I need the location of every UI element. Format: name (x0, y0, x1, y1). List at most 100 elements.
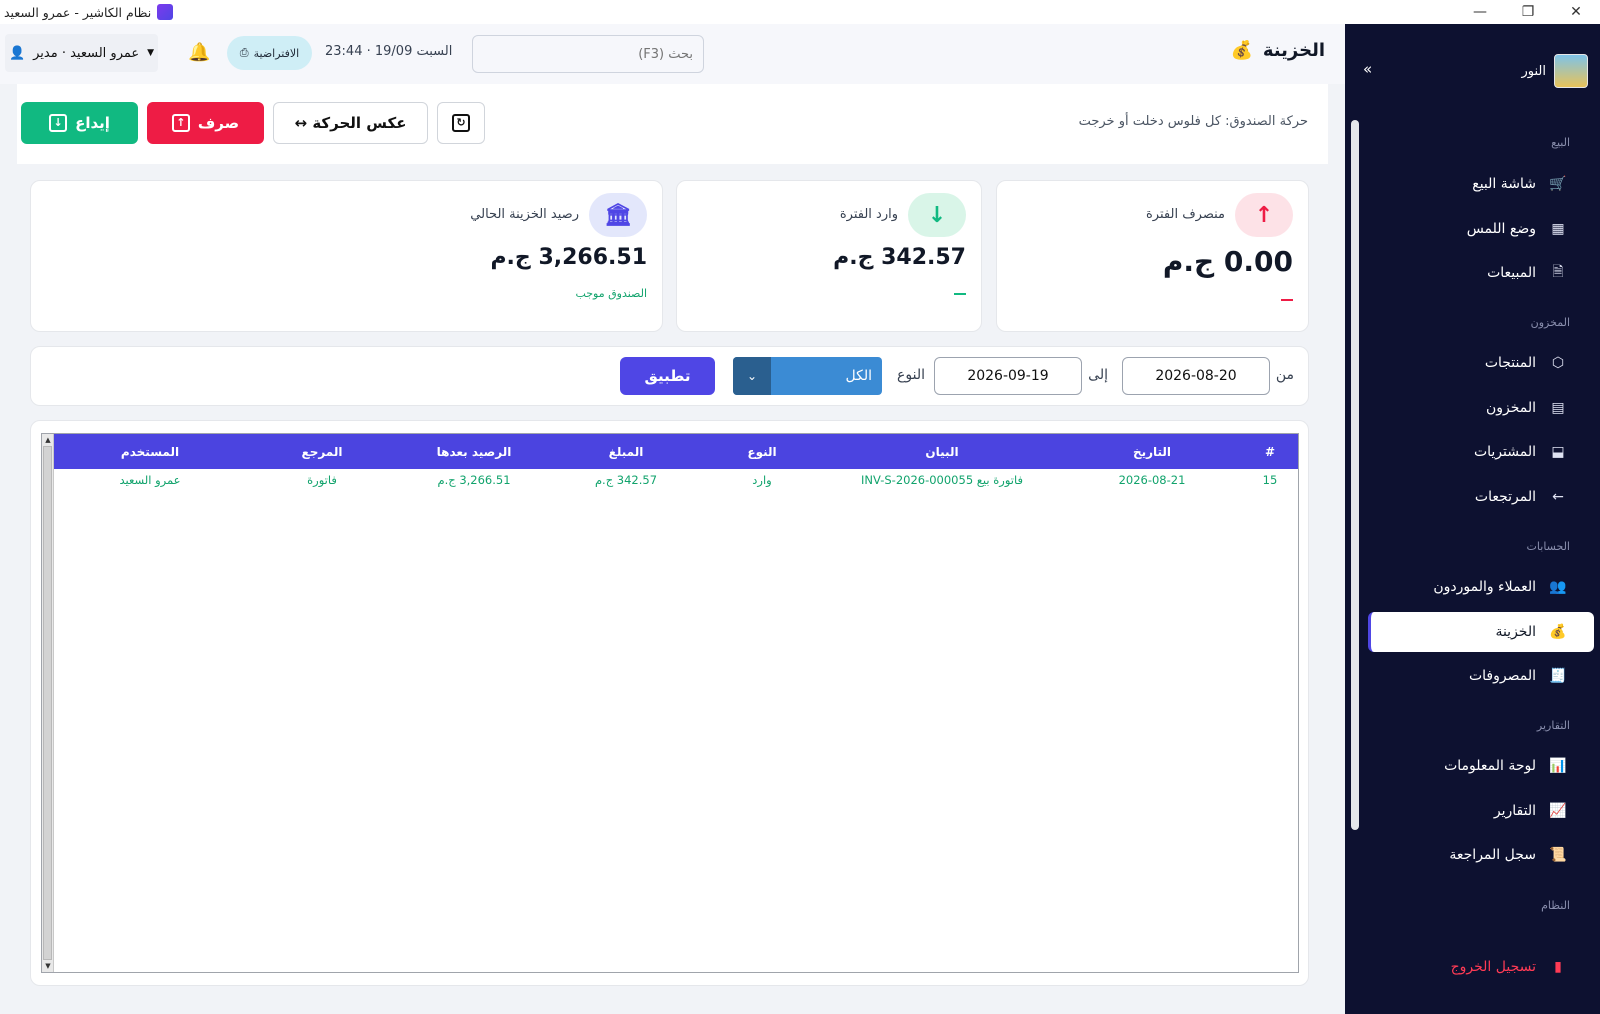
sidebar-item-label: المصروفات (1468, 668, 1536, 684)
sidebar-item-label: العملاء والموردون (1433, 579, 1536, 595)
chevron-down-icon: ▼ (147, 48, 155, 58)
sidebar-item-label: التقارير (1493, 803, 1536, 819)
inflow-card: ↓ وارد الفترة 342.57 ج.م (676, 180, 982, 332)
bar-chart-icon: 📊 (1549, 758, 1567, 774)
action-bar: حركة الصندوق: كل فلوس دخلت أو خرجت ↻ عكس… (17, 84, 1328, 164)
sidebar-item-label: لوحة المعلومات (1444, 758, 1536, 774)
close-button[interactable]: ✕ (1552, 0, 1600, 24)
top-header: الخزينة 💰 السبت 19/09 · 23:44 الافتراضية… (0, 24, 1345, 84)
inflow-label: وارد الفترة (839, 207, 898, 222)
arrow-up-icon: ↑ (1235, 193, 1293, 237)
sidebar-item-purchases[interactable]: ⬓ المشتريات (1368, 432, 1594, 472)
sidebar-item-sales[interactable]: 🗎 المبيعات (1368, 253, 1594, 293)
withdraw-label: صرف (197, 114, 240, 132)
brand-logo (1554, 54, 1588, 88)
sidebar-item-products[interactable]: ⬡ المنتجات (1368, 343, 1594, 383)
sidebar-scrollbar[interactable] (1351, 120, 1359, 830)
window-titlebar: نظام الكاشير - عمرو السعيد — ❐ ✕ (0, 0, 1600, 24)
warehouse-icon: ▤ (1551, 400, 1565, 416)
type-select[interactable]: الكل ⌄ (733, 357, 882, 395)
arrow-down-icon: ↓ (908, 193, 966, 237)
sidebar-collapse-icon[interactable]: » (1363, 60, 1372, 78)
chevron-down-icon: ⌄ (733, 357, 771, 395)
printer-icon: ⎙ (239, 46, 249, 59)
deposit-label: إيداع (75, 114, 110, 132)
to-date-field[interactable]: 2026-09-19 (934, 357, 1082, 395)
sidebar-item-treasury[interactable]: 💰 الخزينة (1368, 612, 1594, 652)
filter-bar: من 2026-08-20 إلى 2026-09-19 النوع الكل … (30, 346, 1309, 406)
from-label: من (1275, 367, 1294, 383)
bell-icon[interactable]: 🔔 (188, 42, 210, 63)
refresh-button[interactable]: ↻ (437, 102, 485, 144)
sidebar-item-label: وضع اللمس (1466, 221, 1536, 237)
cart-icon: 🛒 (1549, 176, 1567, 192)
sidebar-item-label: الخزينة (1495, 624, 1536, 640)
cell-reference: فاتورة (307, 473, 337, 487)
logout-button[interactable]: ▮ تسجيل الخروج (1368, 947, 1594, 987)
sidebar-item-customers[interactable]: 👥 العملاء والموردون (1368, 567, 1594, 607)
outflow-indicator (1281, 299, 1293, 301)
balance-status: الصندوق موجب (575, 287, 647, 300)
maximize-button[interactable]: ❐ (1504, 0, 1552, 24)
column-header-date[interactable]: التاريخ (1062, 434, 1242, 469)
sidebar-item-touch[interactable]: ▦ وضع اللمس (1368, 209, 1594, 249)
sidebar-item-label: شاشة البيع (1472, 176, 1536, 192)
sidebar-item-expenses[interactable]: 🧾 المصروفات (1368, 656, 1594, 696)
sidebar-brand: النور (1522, 54, 1588, 88)
scroll-icon: 📜 (1549, 847, 1567, 863)
arrow-up-icon: ↑ (171, 114, 190, 132)
scroll-down-icon[interactable]: ▼ (42, 960, 54, 972)
user-icon: 👤 (8, 45, 26, 61)
page-title-text: الخزينة (1262, 40, 1325, 61)
box-icon: ⬡ (1551, 355, 1565, 371)
deposit-button[interactable]: إيداع ↓ (21, 102, 138, 144)
column-header-number[interactable]: # (1242, 434, 1298, 469)
apply-button[interactable]: تطبيق (620, 357, 715, 395)
chart-icon: 📈 (1549, 803, 1567, 819)
column-header-balance-after[interactable]: الرصيد بعدها (398, 434, 550, 469)
sidebar-item-label: المنتجات (1484, 355, 1536, 371)
column-header-reference[interactable]: المرجع (246, 434, 398, 469)
arrow-down-icon: ↓ (49, 114, 68, 132)
balance-label: رصيد الخزينة الحالي (470, 207, 579, 222)
sidebar-item-inventory[interactable]: ▤ المخزون (1368, 388, 1594, 428)
calculator-icon: ▦ (1551, 221, 1565, 237)
table-row[interactable]: 15 2026-08-21 فاتورة بيع INV-S-2026-0000… (54, 469, 1298, 491)
sidebar-item-audit-log[interactable]: 📜 سجل المراجعة (1368, 835, 1594, 875)
user-menu[interactable]: ▼ عمرو السعيد · مدير 👤 (5, 34, 158, 72)
window-title: نظام الكاشير - عمرو السعيد (4, 4, 152, 20)
outflow-label: منصرف الفترة (1146, 207, 1225, 222)
printer-badge[interactable]: الافتراضية ⎙ (227, 36, 312, 70)
sidebar-item-label: المخزون (1485, 400, 1536, 416)
sidebar-item-pos[interactable]: 🛒 شاشة البيع (1368, 164, 1594, 204)
column-header-user[interactable]: المستخدم (54, 434, 246, 469)
cell-user: عمرو السعيد (119, 473, 181, 487)
table-scrollbar[interactable]: ▲ ▼ (42, 434, 54, 972)
sidebar-item-label: سجل المراجعة (1449, 847, 1536, 863)
sidebar-item-returns[interactable]: ← المرتجعات (1368, 477, 1594, 517)
balance-card: 🏛 رصيد الخزينة الحالي 3,266.51 ج.م الصند… (30, 180, 663, 332)
search-input[interactable] (472, 35, 704, 73)
reverse-transaction-button[interactable]: عكس الحركة ↔ (273, 102, 428, 144)
logout-label: تسجيل الخروج (1450, 959, 1536, 975)
cell-amount: 342.57 ج.م (594, 473, 658, 487)
withdraw-button[interactable]: صرف ↑ (147, 102, 264, 144)
scroll-up-icon[interactable]: ▲ (42, 434, 54, 446)
sidebar-item-label: المشتريات (1473, 444, 1536, 460)
scroll-thumb[interactable] (43, 446, 52, 960)
transactions-table: # التاريخ البيان النوع المبلغ الرصيد بعد… (54, 434, 1298, 491)
sidebar-item-reports[interactable]: 📈 التقارير (1368, 791, 1594, 831)
minimize-button[interactable]: — (1456, 0, 1504, 24)
section-accounts: الحسابات (1526, 540, 1570, 553)
page-title: الخزينة 💰 (1230, 40, 1325, 61)
from-date-field[interactable]: 2026-08-20 (1122, 357, 1270, 395)
column-header-amount[interactable]: المبلغ (550, 434, 702, 469)
window-controls: — ❐ ✕ (1456, 0, 1600, 24)
sidebar-item-dashboard[interactable]: 📊 لوحة المعلومات (1368, 746, 1594, 786)
window-title-group: نظام الكاشير - عمرو السعيد (0, 4, 174, 20)
column-header-description[interactable]: البيان (822, 434, 1062, 469)
transactions-table-frame: ▲ ▼ # التاريخ البيان النوع المبلغ الرصيد… (41, 433, 1299, 973)
return-arrow-icon: ← (1552, 489, 1564, 505)
column-header-type[interactable]: النوع (702, 434, 822, 469)
sidebar-item-label: المبيعات (1487, 265, 1536, 281)
